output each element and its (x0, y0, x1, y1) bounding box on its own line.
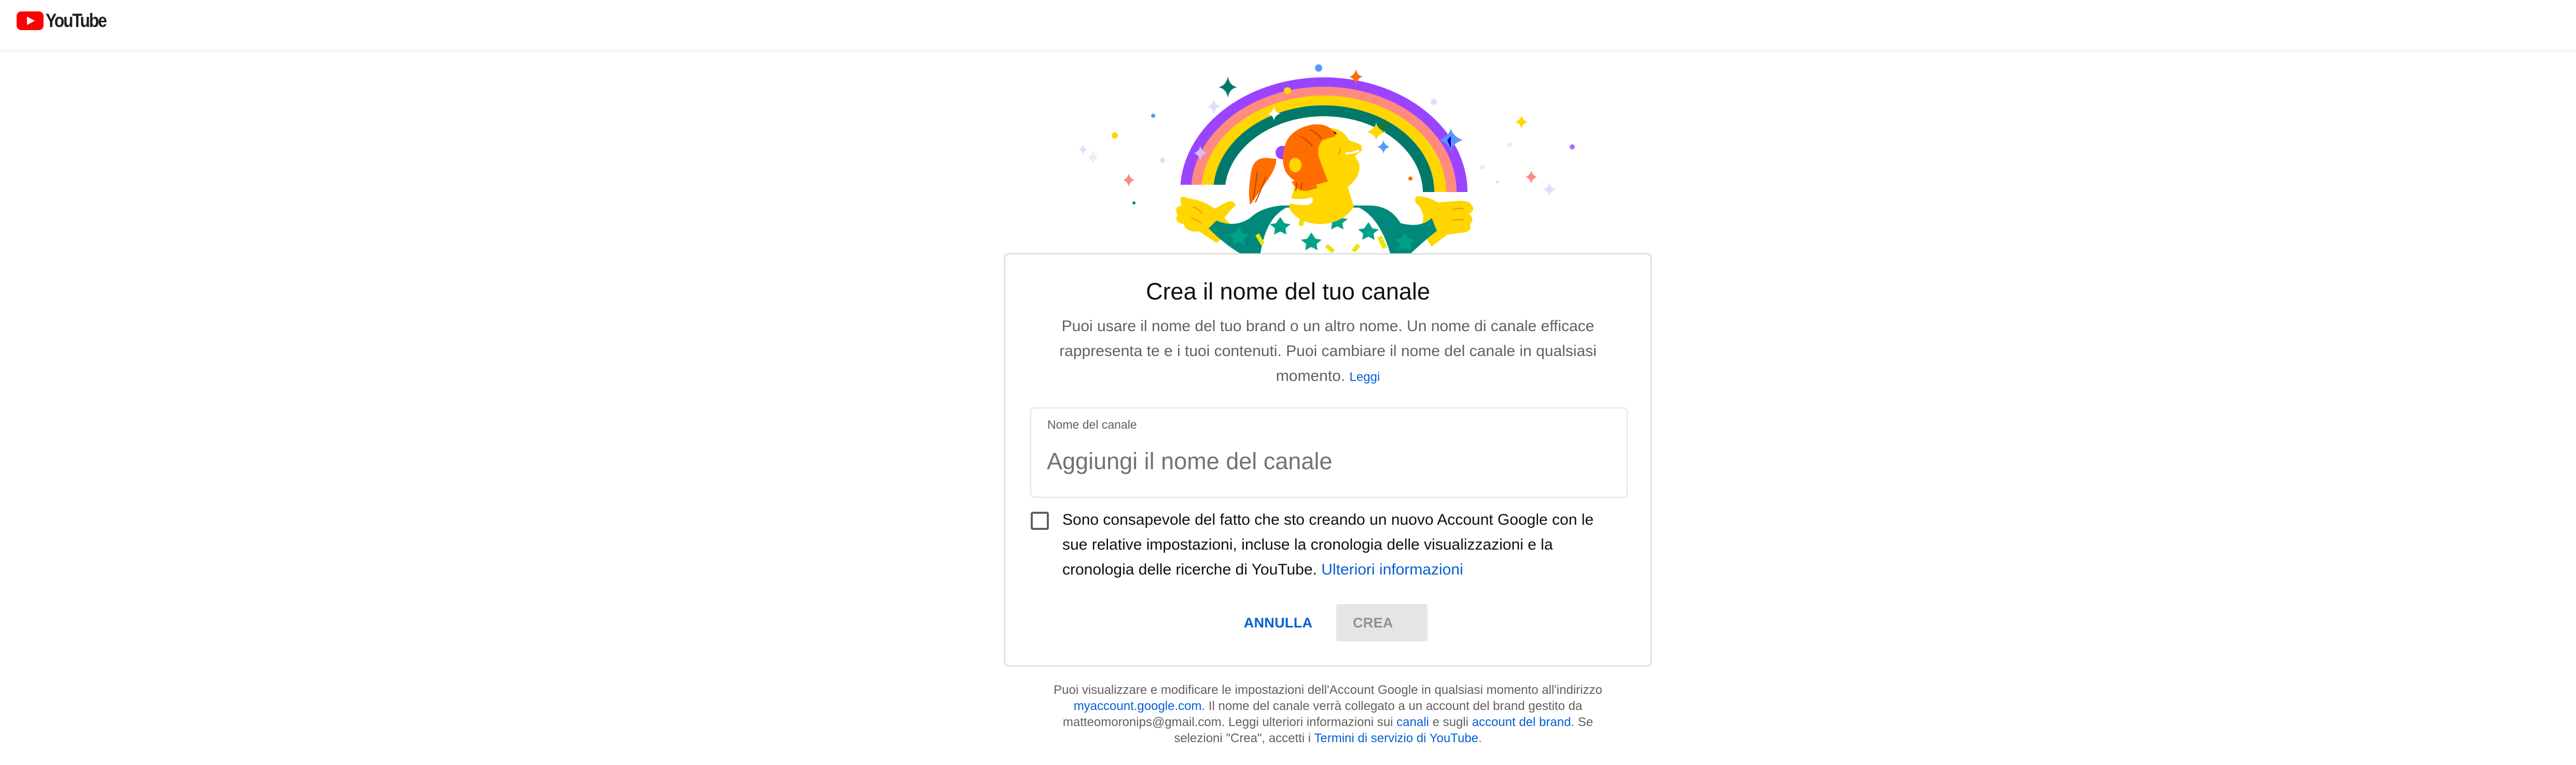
account-disclaimer: Puoi visualizzare e modificare le impost… (1043, 682, 1613, 746)
logo-text: YouTube (46, 10, 107, 31)
disclaimer-text-3: e sugli (1432, 715, 1469, 729)
disclaimer-text-5: . (1478, 731, 1482, 745)
dialog-description: Puoi usare il nome del tuo brand o un al… (1048, 314, 1608, 390)
create-button[interactable]: CREA (1336, 604, 1428, 641)
myaccount-link[interactable]: myaccount.google.com (1074, 699, 1202, 713)
cancel-button[interactable]: ANNULLA (1237, 604, 1320, 641)
masthead: YouTube (0, 0, 2576, 50)
youtube-logo[interactable]: YouTube (17, 10, 116, 31)
youtube-play-icon (17, 11, 44, 30)
channel-name-field[interactable]: Nome del canale (1030, 407, 1628, 498)
more-info-link[interactable]: Ulteriori informazioni (1321, 561, 1463, 578)
description-text: Puoi usare il nome del tuo brand o un al… (1059, 318, 1597, 385)
brand-accounts-link[interactable]: account del brand (1472, 715, 1571, 729)
consent-checkbox[interactable] (1031, 512, 1049, 530)
dialog-title: Crea il nome del tuo canale (1146, 278, 1430, 305)
channels-link[interactable]: canali (1396, 715, 1429, 729)
channel-name-input[interactable] (1047, 446, 1607, 477)
consent-text: Sono consapevole del fatto che sto crean… (1062, 508, 1612, 582)
rainbow-illustration (1078, 64, 1575, 253)
masthead-divider (0, 50, 2576, 54)
learn-more-link[interactable]: Leggi (1350, 370, 1380, 384)
channel-name-label: Nome del canale (1047, 418, 1137, 431)
disclaimer-text-1: Puoi visualizzare e modificare le impost… (1054, 683, 1602, 697)
terms-of-service-link[interactable]: Termini di servizio di YouTube (1314, 731, 1478, 745)
